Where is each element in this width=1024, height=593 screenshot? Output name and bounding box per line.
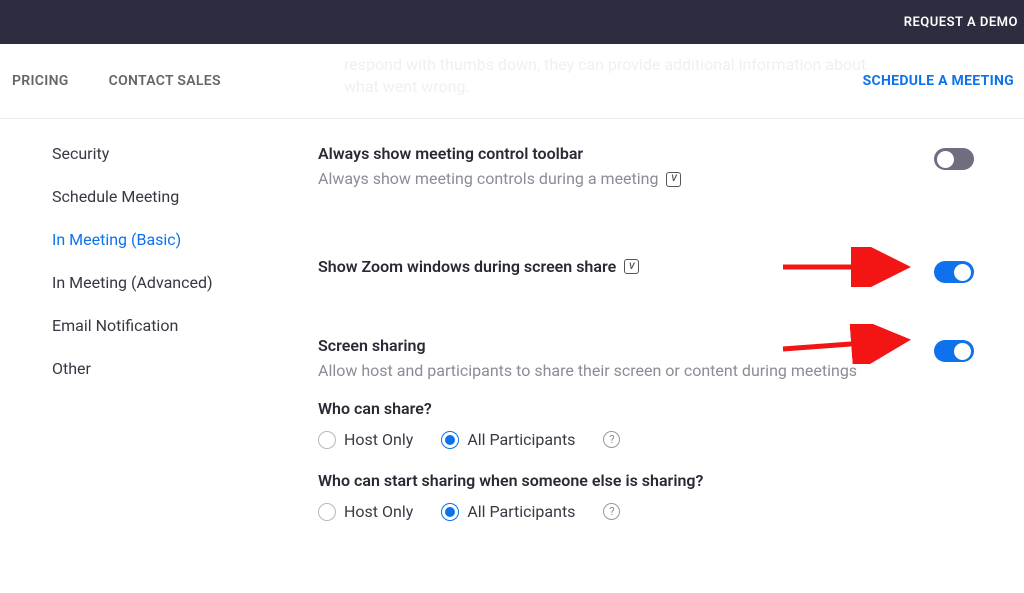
content: Security Schedule Meeting In Meeting (Ba… (0, 119, 1024, 561)
who-can-share-label: Who can share? (318, 399, 974, 418)
setting-screen-sharing: Screen sharing Allow host and participan… (318, 336, 974, 521)
pricing-link[interactable]: PRICING (12, 73, 69, 89)
toggle-show-zoom-windows[interactable] (934, 261, 974, 283)
who-can-share-options: Host Only All Participants ? (318, 430, 974, 449)
sidebar-item-other[interactable]: Other (52, 359, 318, 378)
schedule-meeting-link[interactable]: SCHEDULE A MEETING (863, 73, 1014, 89)
radio-icon (441, 503, 459, 521)
who-can-start-sharing-options: Host Only All Participants ? (318, 502, 974, 521)
toggle-always-show-toolbar[interactable] (934, 148, 974, 170)
setting-title: Always show meeting control toolbar (318, 144, 583, 163)
toggle-knob (954, 343, 971, 360)
ghost-text: respond with thumbs down, they can provi… (344, 54, 894, 98)
settings-sidebar: Security Schedule Meeting In Meeting (Ba… (0, 144, 318, 561)
sidebar-item-email-notification[interactable]: Email Notification (52, 316, 318, 335)
who-can-start-sharing-label: Who can start sharing when someone else … (318, 471, 974, 490)
sidebar-item-in-meeting-basic[interactable]: In Meeting (Basic) (52, 230, 318, 249)
sidebar-item-schedule-meeting[interactable]: Schedule Meeting (52, 187, 318, 206)
sidebar-item-in-meeting-advanced[interactable]: In Meeting (Advanced) (52, 273, 318, 292)
modified-reset-icon[interactable]: V (666, 172, 681, 187)
radio-all-participants[interactable]: All Participants (441, 430, 575, 449)
help-icon[interactable]: ? (603, 431, 620, 448)
toggle-screen-sharing[interactable] (934, 340, 974, 362)
radio-label: Host Only (344, 430, 413, 449)
settings-main: Always show meeting control toolbar Alwa… (318, 144, 1024, 561)
setting-description: Always show meeting controls during a me… (318, 167, 658, 191)
top-bar: REQUEST A DEMO (0, 0, 1024, 44)
toggle-knob (954, 264, 971, 281)
radio-host-only[interactable]: Host Only (318, 430, 413, 449)
setting-title: Show Zoom windows during screen share (318, 257, 616, 276)
setting-always-show-toolbar: Always show meeting control toolbar Alwa… (318, 144, 974, 191)
setting-title: Screen sharing (318, 336, 426, 355)
setting-show-zoom-windows: Show Zoom windows during screen share V (318, 257, 974, 276)
modified-reset-icon[interactable]: V (624, 259, 639, 274)
radio-icon (318, 503, 336, 521)
radio-label: Host Only (344, 502, 413, 521)
radio-icon (441, 431, 459, 449)
radio-icon (318, 431, 336, 449)
radio-host-only-2[interactable]: Host Only (318, 502, 413, 521)
request-demo-link[interactable]: REQUEST A DEMO (904, 15, 1024, 30)
sidebar-item-security[interactable]: Security (52, 144, 318, 163)
toggle-knob (937, 151, 954, 168)
radio-all-participants-2[interactable]: All Participants (441, 502, 575, 521)
sub-bar: PRICING CONTACT SALES respond with thumb… (0, 44, 1024, 119)
help-icon[interactable]: ? (603, 503, 620, 520)
contact-sales-link[interactable]: CONTACT SALES (109, 73, 221, 89)
radio-label: All Participants (467, 502, 575, 521)
setting-description: Allow host and participants to share the… (318, 359, 857, 383)
radio-label: All Participants (467, 430, 575, 449)
